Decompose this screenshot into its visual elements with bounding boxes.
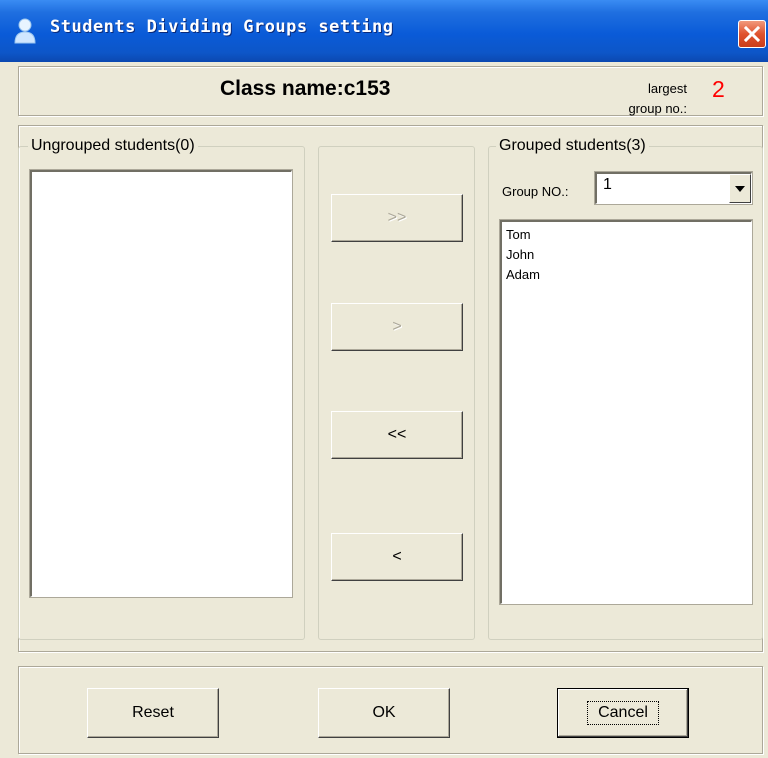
close-button[interactable]	[738, 20, 766, 48]
ok-button[interactable]: OK	[318, 688, 450, 738]
cancel-button[interactable]: Cancel	[557, 688, 689, 738]
group-no-label: Group NO.:	[502, 184, 569, 199]
largest-group-value: 2	[712, 76, 725, 102]
ungrouped-student-list[interactable]	[30, 170, 292, 597]
user-icon	[14, 18, 36, 44]
cancel-label: Cancel	[587, 701, 659, 725]
list-item[interactable]: Adam	[502, 265, 751, 285]
dropdown-button[interactable]	[729, 174, 751, 203]
group-no-select[interactable]: 1	[595, 172, 752, 204]
title-bar[interactable]: Students Dividing Groups setting	[0, 0, 768, 62]
class-name: Class name:c153	[220, 77, 391, 100]
reset-button[interactable]: Reset	[87, 688, 219, 738]
largest-group-label: largest group no.:	[628, 81, 687, 116]
list-item[interactable]: John	[502, 245, 751, 265]
list-item[interactable]: Tom	[502, 225, 751, 245]
move-all-left-button[interactable]: <<	[331, 411, 463, 459]
close-icon	[744, 26, 760, 42]
chevron-down-icon	[735, 186, 745, 192]
grouped-student-list[interactable]: Tom John Adam	[500, 220, 752, 604]
group-no-value: 1	[603, 176, 612, 193]
grouped-legend: Grouped students(3)	[496, 137, 649, 155]
move-right-button[interactable]: >	[331, 303, 463, 351]
ungrouped-legend: Ungrouped students(0)	[28, 137, 198, 155]
move-left-button[interactable]: <	[331, 533, 463, 581]
window-title: Students Dividing Groups setting	[50, 17, 394, 37]
move-all-right-button[interactable]: >>	[331, 194, 463, 242]
